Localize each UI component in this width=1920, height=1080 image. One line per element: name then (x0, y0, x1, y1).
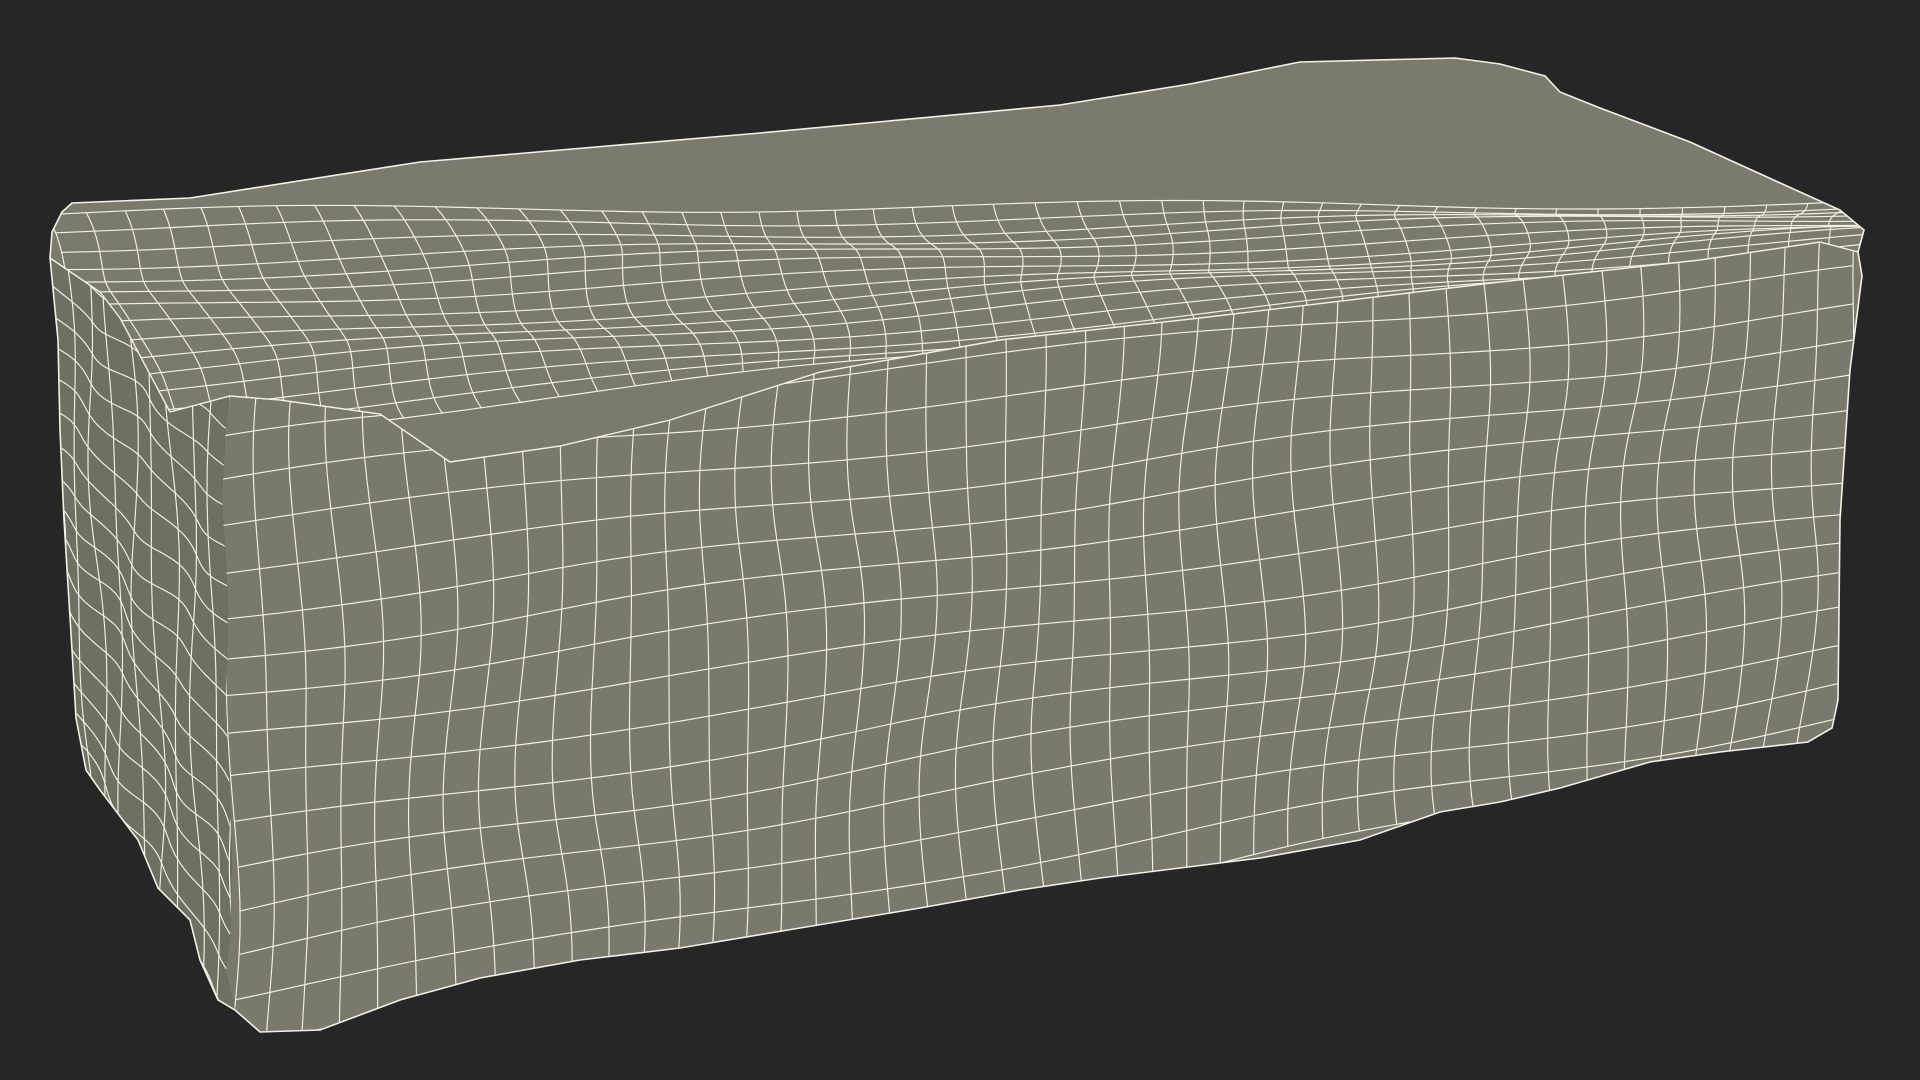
3d-viewport[interactable] (0, 0, 1920, 1080)
mesh-edge (1861, 199, 1864, 263)
wireframe-render (49, 57, 1865, 1033)
